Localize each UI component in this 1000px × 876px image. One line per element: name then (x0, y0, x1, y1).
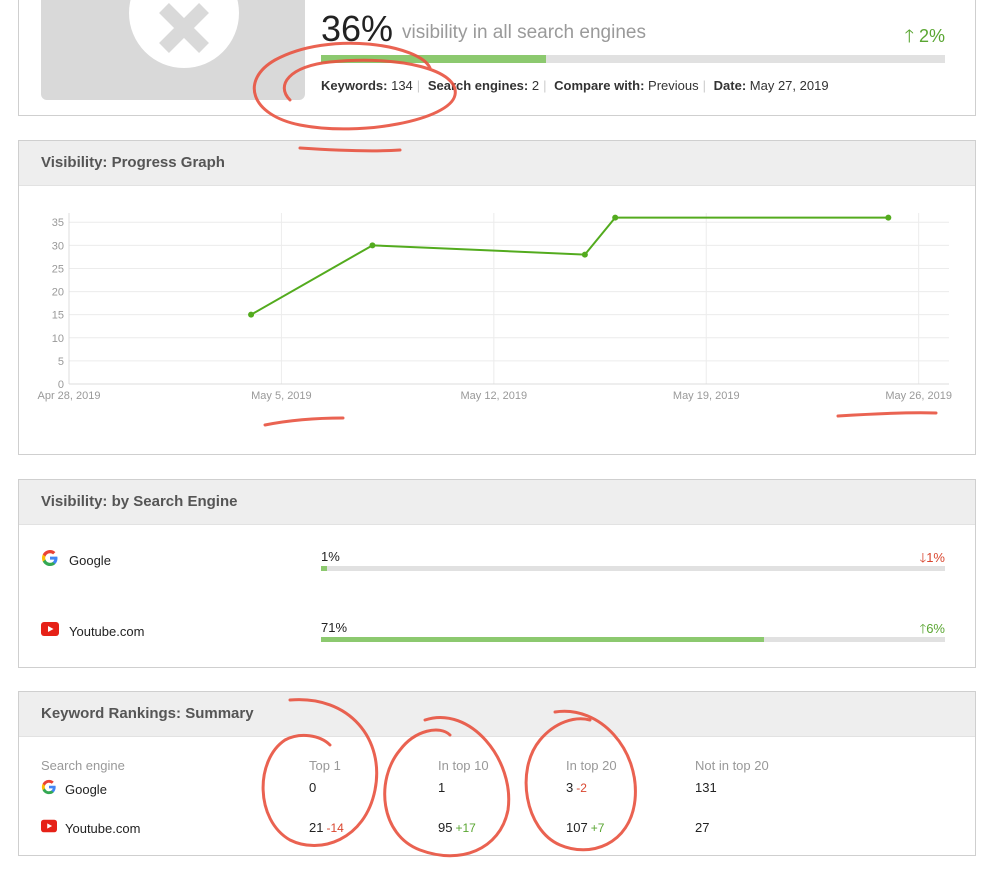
col-header-search-engine: Search engine (41, 758, 125, 773)
search-engine-panel: Visibility: by Search Engine Google 1% 🡓… (18, 479, 976, 668)
y-tick-label: 25 (52, 263, 64, 275)
image-missing-icon (129, 0, 239, 68)
x-tick-label: May 19, 2019 (673, 390, 740, 402)
x-tick-label: May 5, 2019 (251, 390, 312, 402)
youtube-icon (41, 622, 59, 636)
engine-name-google: Google (69, 553, 111, 568)
summary-meta: Keywords: 134 | Search engines: 2 | Compar… (321, 78, 829, 93)
date-label: Date: (713, 78, 747, 93)
overall-visibility-delta: 🡑 2% (905, 24, 945, 54)
youtube-icon (41, 819, 57, 833)
date-value[interactable]: May 27, 2019 (750, 78, 829, 93)
keywords-label: Keywords: (321, 78, 388, 93)
col-header-not-top20: Not in top 20 (695, 758, 769, 773)
site-thumbnail-placeholder (41, 0, 305, 100)
engine-bar-youtube (321, 637, 945, 642)
y-tick-label: 35 (52, 217, 64, 229)
google-top10[interactable]: 1 (438, 780, 448, 795)
data-point (248, 311, 255, 318)
search-engines-label: Search engines: (427, 78, 529, 93)
progress-line-chart: 05101520253035Apr 28, 2019 May 5, 2019 May… (38, 213, 952, 402)
google-top1[interactable]: 0 (309, 780, 319, 795)
data-point (581, 251, 588, 258)
y-tick-label: 15 (52, 310, 64, 322)
youtube-top10[interactable]: 95 +17 (438, 820, 476, 835)
google-not-top20[interactable]: 131 (695, 780, 717, 795)
y-tick-label: 10 (52, 333, 64, 345)
search-engines-value: 2 (531, 78, 540, 93)
overall-visibility-label: visibility in all search engines (402, 22, 646, 43)
x-tick-label: May 12, 2019 (460, 390, 527, 402)
engine-bar-google (321, 566, 945, 571)
compare-with-label: Compare with: (554, 78, 645, 93)
data-point (612, 214, 619, 221)
rank-engine-youtube: Youtube.com (65, 821, 141, 836)
compare-with-value[interactable]: Previous (648, 78, 699, 93)
x-tick-label: Apr 28, 2019 (38, 390, 101, 402)
overall-visibility-bar-fill (321, 55, 546, 63)
engine-bar-fill-google (321, 566, 328, 571)
search-engine-title: Visibility: by Search Engine (19, 480, 975, 525)
x-tick-label: May 26, 2019 (885, 390, 952, 402)
engine-row-youtube: Youtube.com 71% 🡑6% (19, 620, 975, 660)
youtube-top1[interactable]: 21 -14 (309, 820, 344, 835)
keyword-rankings-panel: Keyword Rankings: Summary Search engine … (18, 691, 976, 856)
rank-engine-google: Google (65, 782, 107, 797)
youtube-not-top20[interactable]: 27 (695, 820, 709, 835)
series-line (250, 216, 889, 316)
y-tick-label: 5 (58, 356, 64, 368)
youtube-top20[interactable]: 107 +7 (566, 820, 604, 835)
arrow-up-icon: 🡑 (904, 26, 914, 46)
col-header-top1: Top 1 (309, 758, 341, 773)
overall-visibility-value: 36% (321, 8, 394, 49)
google-icon (41, 779, 56, 795)
engine-delta-youtube: 🡑6% (919, 621, 945, 636)
data-point (885, 214, 892, 221)
visibility-summary-panel: 36% visibility in all search engines 🡑 2… (18, 0, 976, 116)
progress-graph-panel: Visibility: Progress Graph 0 5 10 15 20 25 30 3… (18, 140, 976, 455)
engine-delta-google: 🡓1% (919, 550, 945, 565)
engine-row-google: Google 1% 🡓1% (19, 549, 975, 589)
y-tick-label: 20 (52, 287, 64, 299)
overall-visibility-bar (321, 55, 945, 63)
engine-visibility-google: 1% (321, 549, 340, 564)
keywords-value: 134 (391, 78, 413, 93)
engine-visibility-youtube: 71% (321, 620, 348, 635)
y-tick-label: 30 (52, 240, 64, 252)
google-icon (42, 550, 58, 566)
overall-delta-value: 2% (918, 26, 945, 46)
progress-graph-title: Visibility: Progress Graph (19, 141, 975, 186)
google-top20[interactable]: 3 -2 (566, 780, 587, 795)
engine-bar-fill-youtube (321, 637, 765, 642)
col-header-top10: In top 10 (438, 758, 489, 773)
data-point (369, 242, 376, 249)
keyword-rankings-title: Keyword Rankings: Summary (19, 692, 975, 737)
engine-name-youtube: Youtube.com (69, 624, 145, 639)
col-header-top20: In top 20 (566, 758, 617, 773)
